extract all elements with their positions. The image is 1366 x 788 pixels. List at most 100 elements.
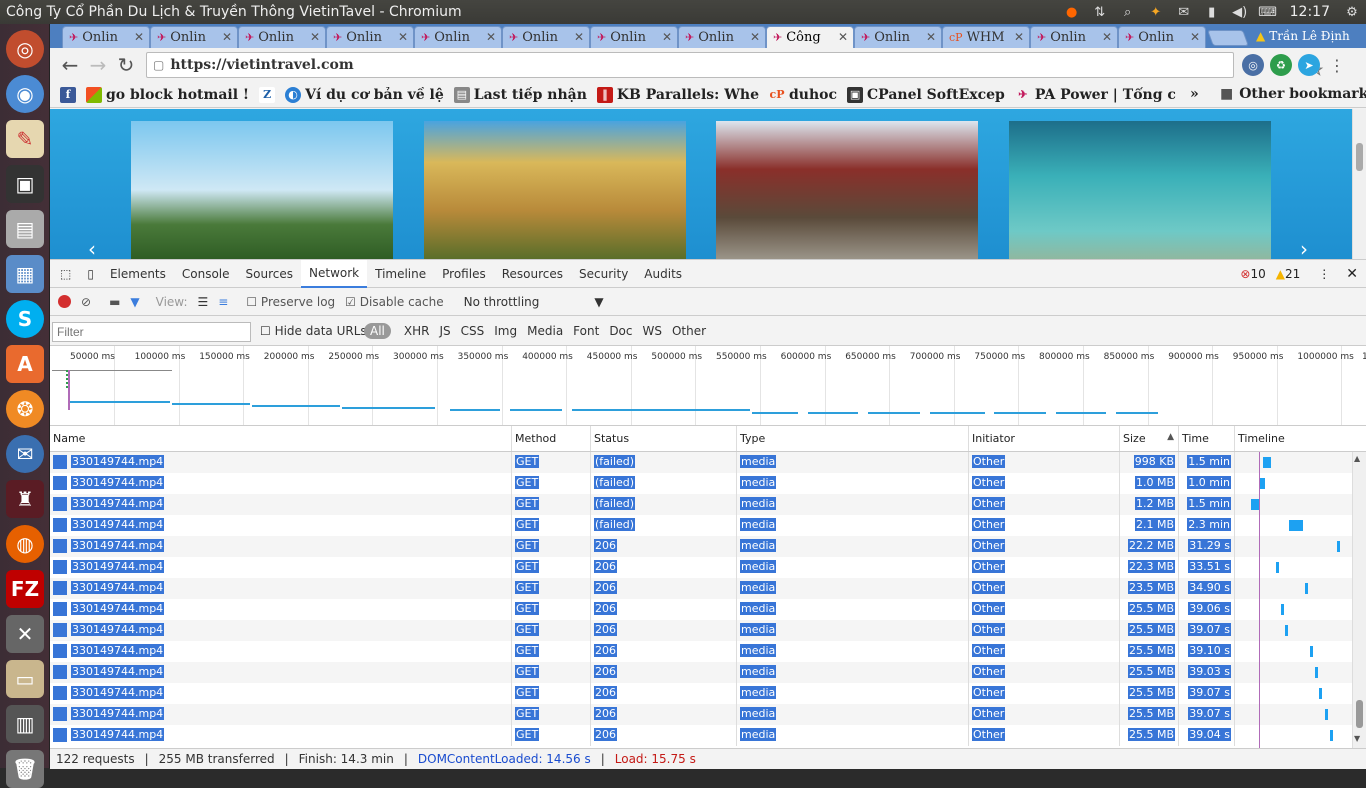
tour-image-hue[interactable] — [716, 121, 978, 259]
tab[interactable]: ✈ Onlin ✕ — [326, 26, 414, 48]
col-time[interactable]: Time — [1179, 426, 1235, 451]
col-method[interactable]: Method — [512, 426, 591, 451]
close-icon[interactable]: ✕ — [750, 30, 760, 44]
tab[interactable]: ✈ Onlin ✕ — [1118, 26, 1206, 48]
battery-icon[interactable]: ▮ — [1198, 0, 1226, 24]
reload-button[interactable]: ↻ — [112, 51, 140, 79]
clock[interactable]: 12:17 — [1282, 4, 1338, 20]
workspace-icon[interactable]: ▥ — [6, 705, 44, 743]
col-size[interactable]: Size ▲ — [1120, 426, 1179, 451]
tab[interactable]: ✈ Onlin ✕ — [1030, 26, 1118, 48]
capture-screenshots-icon[interactable]: ▬ — [109, 295, 120, 309]
skype-icon[interactable]: S — [6, 300, 44, 338]
overview-icon[interactable]: ≡ — [218, 295, 228, 309]
dropbox-icon[interactable]: ✦ — [1142, 0, 1170, 24]
table-scrollbar[interactable]: ▲ ▼ — [1352, 452, 1366, 748]
bookmark-item[interactable]: ‖ KB Parallels: Whe — [596, 86, 759, 103]
table-row[interactable]: 330149744.mp4 GET 206 media Other 25.5 MB 39.0… — [50, 599, 1366, 620]
thunderbird-icon[interactable]: ✉ — [6, 435, 44, 473]
filter-xhr[interactable]: XHR — [399, 324, 435, 338]
tour-image-snorkel[interactable] — [1009, 121, 1271, 259]
extension-icon[interactable]: ◎ — [1242, 54, 1264, 76]
tour-image-hoian[interactable] — [424, 121, 686, 259]
device-mode-icon[interactable]: ▯ — [79, 260, 102, 288]
bookmark-item[interactable]: go block hotmail ! — [86, 86, 249, 103]
scroll-up-icon[interactable]: ▲ — [1354, 454, 1360, 463]
recycle-extension-icon[interactable]: ♻ — [1270, 54, 1292, 76]
close-icon[interactable]: ✕ — [1014, 30, 1024, 44]
firefox-icon[interactable]: ◍ — [6, 525, 44, 563]
terminal-icon[interactable]: ▣ — [6, 165, 44, 203]
close-icon[interactable]: ✕ — [134, 30, 144, 44]
tab-active[interactable]: ✈ Công ✕ — [766, 26, 854, 48]
bookmark-item[interactable]: ▣ CPanel SoftExcep — [847, 86, 1005, 103]
table-row[interactable]: 330149744.mp4 GET 206 media Other 25.5 MB 39.0… — [50, 662, 1366, 683]
tab[interactable]: ✈ Onlin ✕ — [854, 26, 942, 48]
col-status[interactable]: Status — [591, 426, 737, 451]
close-icon[interactable]: ✕ — [310, 30, 320, 44]
carousel-next-icon[interactable]: › — [1300, 237, 1308, 259]
table-row[interactable]: 330149744.mp4 GET 206 media Other 25.5 MB 39.0… — [50, 683, 1366, 704]
bookmark-item[interactable]: ◐ Ví dụ cơ bản về lệ — [285, 86, 444, 103]
table-row[interactable]: 330149744.mp4 GET 206 media Other 25.5 MB 39.1… — [50, 641, 1366, 662]
bookmark-facebook[interactable]: f — [60, 86, 76, 103]
profile-button[interactable]: ▲ Trần Lê Định — [1250, 26, 1356, 46]
carousel-prev-icon[interactable]: ‹ — [88, 237, 96, 259]
network-overview[interactable]: 50000 ms 100000 ms 150000 ms 200000 ms 25000… — [50, 346, 1366, 426]
filter-ws[interactable]: WS — [638, 324, 667, 338]
filter-doc[interactable]: Doc — [604, 324, 637, 338]
new-tab-button[interactable] — [1207, 30, 1249, 46]
volume-icon[interactable]: ◀) — [1226, 0, 1254, 24]
flame-icon[interactable]: ❂ — [6, 390, 44, 428]
close-icon[interactable]: ✕ — [662, 30, 672, 44]
bookmark-item[interactable]: cP duhoc — [769, 87, 838, 103]
other-bookmarks[interactable]: ■ Other bookmarks — [1220, 86, 1366, 102]
more-options-icon[interactable]: ⋮ — [1318, 267, 1330, 281]
table-row[interactable]: 330149744.mp4 GET 206 media Other 25.5 MB 39.0… — [50, 704, 1366, 725]
close-icon[interactable]: ✕ — [1190, 30, 1200, 44]
app-store-icon[interactable]: A — [6, 345, 44, 383]
tab-profiles[interactable]: Profiles — [434, 260, 494, 288]
tab[interactable]: ✈ Onlin ✕ — [414, 26, 502, 48]
address-bar[interactable]: ▢ https://vietintravel.com ☆ — [146, 52, 1323, 79]
preserve-log-checkbox[interactable]: ☐ Preserve log — [246, 295, 335, 309]
tab-sources[interactable]: Sources — [238, 260, 301, 288]
forward-button[interactable]: → — [84, 51, 112, 79]
filter-font[interactable]: Font — [568, 324, 604, 338]
remote-desktop-icon[interactable]: ▦ — [6, 255, 44, 293]
filter-img[interactable]: Img — [489, 324, 522, 338]
throttling-select[interactable]: No throttling ▼ — [464, 295, 604, 309]
close-icon[interactable]: ✕ — [1346, 266, 1358, 282]
close-icon[interactable]: ✕ — [398, 30, 408, 44]
table-row[interactable]: 330149744.mp4 GET 206 media Other 25.5 MB 39.0… — [50, 725, 1366, 746]
tab[interactable]: cP WHM ✕ — [942, 26, 1030, 48]
table-row[interactable]: 330149744.mp4 GET (failed) media Other 2.1 MB… — [50, 515, 1366, 536]
tab-network[interactable]: Network — [301, 259, 368, 288]
text-editor-icon[interactable]: ✎ — [6, 120, 44, 158]
large-rows-icon[interactable]: ☰ — [198, 295, 209, 309]
record-button[interactable] — [58, 295, 71, 308]
table-row[interactable]: 330149744.mp4 GET (failed) media Other 1.0 MB… — [50, 473, 1366, 494]
table-row[interactable]: 330149744.mp4 GET 206 media Other 23.5 MB 34.9… — [50, 578, 1366, 599]
bookmarks-overflow-button[interactable]: » — [1190, 86, 1199, 102]
filter-icon[interactable]: ▼ — [130, 295, 139, 309]
tab-security[interactable]: Security — [571, 260, 636, 288]
tab-timeline[interactable]: Timeline — [367, 260, 434, 288]
table-row[interactable]: 330149744.mp4 GET 206 media Other 25.5 MB 39.0… — [50, 620, 1366, 641]
keyboard-icon[interactable]: ⌨ — [1254, 0, 1282, 24]
tab-elements[interactable]: Elements — [102, 260, 174, 288]
table-row[interactable]: 330149744.mp4 GET (failed) media Other 1.2 MB… — [50, 494, 1366, 515]
telegram-icon[interactable]: ➤ — [1298, 54, 1320, 76]
close-icon[interactable]: ✕ — [486, 30, 496, 44]
network-icon[interactable]: ⇅ — [1086, 0, 1114, 24]
ubuntu-dash-icon[interactable]: ◎ — [6, 30, 44, 68]
filter-css[interactable]: CSS — [456, 324, 490, 338]
scroll-down-icon[interactable]: ▼ — [1354, 734, 1360, 743]
close-icon[interactable]: ✕ — [838, 30, 848, 44]
search-icon[interactable]: ⌕ — [1114, 0, 1142, 24]
filter-all[interactable]: All — [364, 323, 391, 339]
tab[interactable]: ✈ Onlin ✕ — [502, 26, 590, 48]
tab-console[interactable]: Console — [174, 260, 238, 288]
files-icon[interactable]: ▤ — [6, 210, 44, 248]
tab[interactable]: ✈ Onlin ✕ — [150, 26, 238, 48]
